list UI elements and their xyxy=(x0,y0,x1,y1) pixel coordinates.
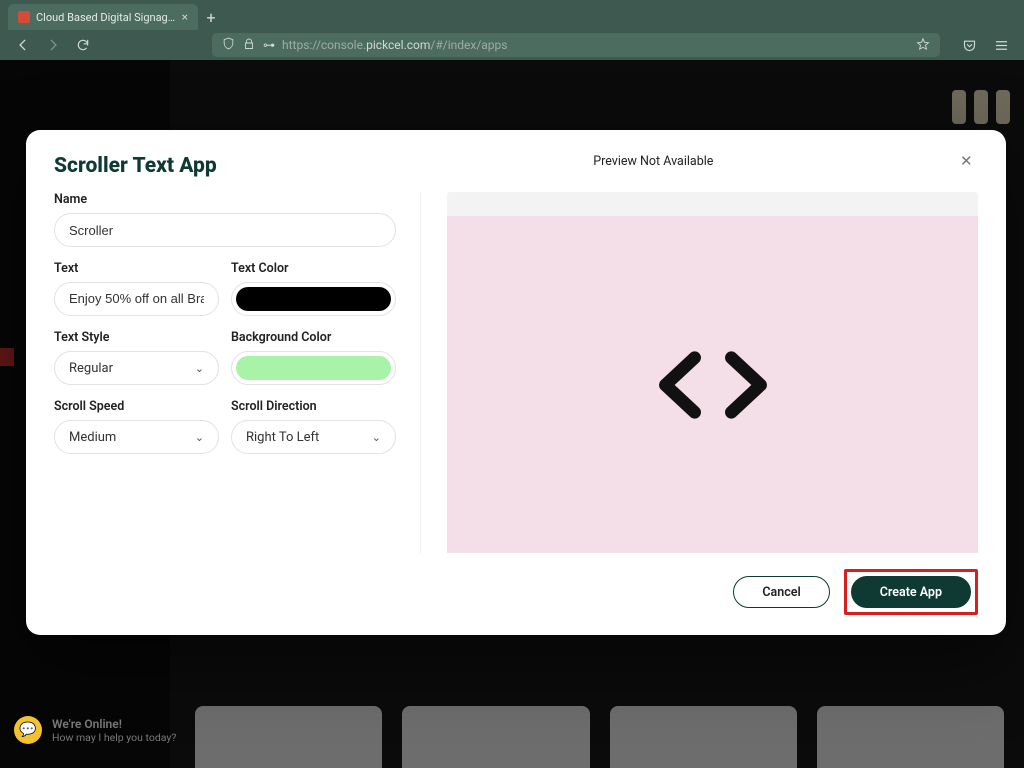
name-label: Name xyxy=(54,192,396,207)
chat-icon: 💬 xyxy=(14,716,42,744)
new-tab-button[interactable]: + xyxy=(198,4,224,30)
scroll-speed-select[interactable]: Medium ⌄ xyxy=(54,420,219,454)
create-app-button[interactable]: Create App xyxy=(851,576,971,608)
modal-footer: Cancel Create App xyxy=(54,569,978,615)
text-color-picker[interactable] xyxy=(231,282,396,316)
code-icon xyxy=(649,346,777,424)
tab-favicon xyxy=(18,11,30,23)
url-text: https://console.pickcel.com/#/index/apps xyxy=(282,38,908,52)
lock-icon xyxy=(243,38,255,53)
scroller-text-modal: Scroller Text App Preview Not Available … xyxy=(26,130,1006,635)
chat-status: We're Online! xyxy=(52,717,176,731)
tab-bar: Cloud Based Digital Signage Pr × + xyxy=(0,0,1024,30)
url-box[interactable]: ⊶ https://console.pickcel.com/#/index/ap… xyxy=(212,33,940,57)
tab-close-icon[interactable]: × xyxy=(182,10,188,24)
chevron-down-icon: ⌄ xyxy=(195,362,204,375)
menu-icon[interactable] xyxy=(990,34,1012,56)
preview-pane xyxy=(447,192,978,553)
pocket-icon[interactable] xyxy=(958,34,980,56)
scroll-direction-value: Right To Left xyxy=(246,430,319,445)
preview-status: Preview Not Available xyxy=(347,154,960,169)
browser-chrome: Cloud Based Digital Signage Pr × + ⊶ htt… xyxy=(0,0,1024,60)
modal-title: Scroller Text App xyxy=(54,154,217,178)
text-style-select[interactable]: Regular ⌄ xyxy=(54,351,219,385)
cancel-button[interactable]: Cancel xyxy=(733,576,829,608)
scroll-direction-label: Scroll Direction xyxy=(231,399,396,414)
create-button-highlight: Create App xyxy=(844,569,978,615)
text-input[interactable] xyxy=(54,282,219,316)
chevron-down-icon: ⌄ xyxy=(195,431,204,444)
settings-form: Name Text Text Color Text Style xyxy=(54,192,421,553)
close-icon[interactable]: ✕ xyxy=(960,154,978,172)
tab-title: Cloud Based Digital Signage Pr xyxy=(36,11,176,24)
chevron-down-icon: ⌄ xyxy=(372,431,381,444)
bookmark-icon[interactable] xyxy=(916,37,930,54)
preview-header-bar xyxy=(447,192,978,216)
scroll-direction-select[interactable]: Right To Left ⌄ xyxy=(231,420,396,454)
text-style-value: Regular xyxy=(69,361,113,376)
back-button[interactable] xyxy=(12,34,34,56)
shield-icon xyxy=(222,37,235,53)
key-icon: ⊶ xyxy=(263,38,274,52)
scroll-speed-value: Medium xyxy=(69,430,116,445)
bg-color-picker[interactable] xyxy=(231,351,396,385)
scroll-speed-label: Scroll Speed xyxy=(54,399,219,414)
browser-tab[interactable]: Cloud Based Digital Signage Pr × xyxy=(8,4,198,30)
name-input[interactable] xyxy=(54,213,396,247)
preview-canvas xyxy=(447,216,978,553)
forward-button xyxy=(42,34,64,56)
chat-widget[interactable]: 💬 We're Online! How may I help you today… xyxy=(14,716,176,744)
text-color-label: Text Color xyxy=(231,261,396,276)
text-style-label: Text Style xyxy=(54,330,219,345)
reload-button[interactable] xyxy=(72,34,94,56)
chat-subtext: How may I help you today? xyxy=(52,731,176,744)
address-bar: ⊶ https://console.pickcel.com/#/index/ap… xyxy=(0,30,1024,60)
text-label: Text xyxy=(54,261,219,276)
bg-color-label: Background Color xyxy=(231,330,396,345)
